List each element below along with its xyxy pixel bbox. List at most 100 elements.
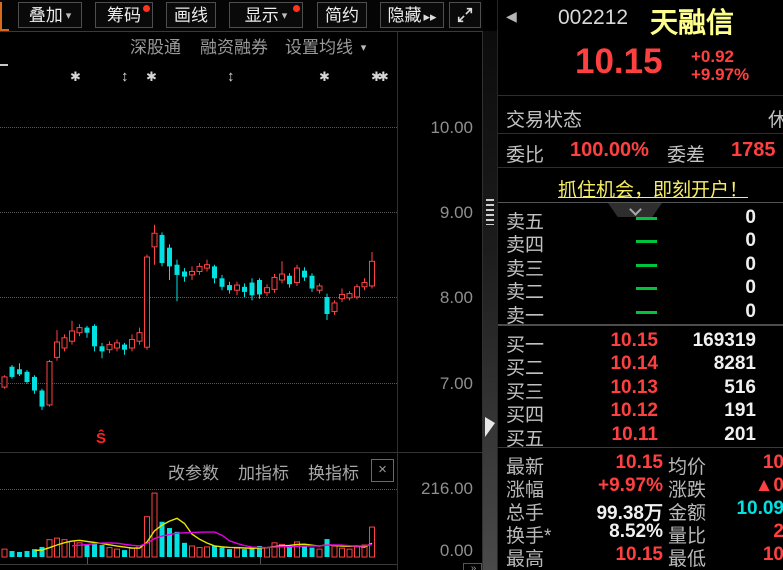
- stat-row-3: 总手99.38万金额10.09: [498, 498, 783, 521]
- empty-price-dash-icon: [636, 287, 657, 290]
- empty-price-dash-icon: [636, 311, 657, 314]
- volume-canvas: [0, 453, 397, 565]
- overlay-button-label: 叠加: [29, 6, 63, 25]
- back-arrow-icon[interactable]: ◀: [506, 8, 517, 25]
- display-button[interactable]: 显示▾: [229, 2, 303, 28]
- last-price: 10.15: [575, 42, 663, 82]
- buy-row-5[interactable]: 买五10.11201: [498, 424, 783, 447]
- overlay-button[interactable]: 叠加▾: [18, 2, 82, 28]
- expand-panel-button[interactable]: »: [463, 563, 482, 570]
- display-button-label: 显示: [245, 6, 279, 25]
- buy-row-4[interactable]: 买四10.12191: [498, 400, 783, 423]
- stat-row-4: 换手*8.52%量比2: [498, 521, 783, 544]
- empty-price-dash-icon: [636, 217, 657, 220]
- kline-canvas: [0, 58, 397, 450]
- buy-row-1[interactable]: 买一10.15169319: [498, 330, 783, 353]
- collapse-arrow-icon[interactable]: [485, 417, 495, 437]
- expand-arrows-icon: [456, 6, 474, 24]
- stat-value: +9.97%: [568, 475, 663, 497]
- draw-line-button[interactable]: 画线: [166, 2, 216, 28]
- stat-row-2: 涨幅+9.97%涨跌▲0: [498, 475, 783, 498]
- sell-order-book: 卖五0卖四0卖三0卖二0卖一0: [498, 207, 783, 322]
- book-price: 10.12: [578, 400, 658, 422]
- stat-value: 2: [713, 521, 783, 543]
- volume-baseline: [0, 564, 397, 565]
- notification-dot-icon: [293, 5, 300, 12]
- book-volume: 516: [658, 377, 756, 399]
- stat-value: 10: [713, 544, 783, 566]
- panel-splitter[interactable]: [483, 31, 497, 570]
- stat-row-1: 最新10.15均价10: [498, 452, 783, 475]
- book-price: 10.11: [578, 424, 658, 446]
- empty-price-dash-icon: [636, 264, 657, 267]
- quote-panel: ◀ 002212 天融信 10.15 +0.92 +9.97% 交易状态 休 委…: [497, 0, 783, 570]
- book-volume: 191: [658, 400, 756, 422]
- toolbar: 叠加▾ 筹码 画线 显示▾ 简约 隐藏▸▸: [0, 0, 483, 32]
- trade-status-label: 交易状态: [506, 105, 582, 132]
- partial-active-tool-button[interactable]: [0, 2, 9, 31]
- hide-button-label: 隐藏: [387, 6, 421, 25]
- weibi-value: 100.00%: [570, 139, 649, 162]
- simple-mode-button-label: 简约: [325, 6, 359, 25]
- chart-subbar: 深股通 融资融券 设置均线 ▾: [0, 33, 397, 57]
- margin-trading-label[interactable]: 融资融券: [200, 33, 268, 58]
- buy-row-3[interactable]: 买三10.13516: [498, 377, 783, 400]
- stat-value: 10.15: [568, 452, 663, 474]
- book-price: 10.13: [578, 377, 658, 399]
- sell-row-5[interactable]: 卖一0: [498, 301, 783, 324]
- draw-line-button-label: 画线: [174, 6, 208, 25]
- splitter-grip-icon[interactable]: [486, 199, 494, 225]
- buy-order-book: 买一10.15169319买二10.148281买三10.13516买四10.1…: [498, 330, 783, 443]
- price-change-pct: +9.97%: [691, 66, 749, 84]
- price-tick-9: 9.00: [399, 203, 473, 223]
- book-volume: 0: [658, 254, 756, 276]
- stat-value: 10.15: [568, 544, 663, 566]
- book-volume: 169319: [658, 330, 756, 352]
- sell-row-3[interactable]: 卖三0: [498, 254, 783, 277]
- book-volume: 0: [658, 207, 756, 229]
- x-tick: [87, 557, 88, 564]
- hide-button[interactable]: 隐藏▸▸: [380, 2, 444, 28]
- stats-grid: 最新10.15均价10涨幅+9.97%涨跌▲0总手99.38万金额10.09换手…: [498, 452, 783, 570]
- chips-button[interactable]: 筹码: [95, 2, 153, 28]
- fullscreen-button[interactable]: [449, 2, 481, 28]
- empty-price-dash-icon: [636, 240, 657, 243]
- candlestick-chart[interactable]: ✱↕✱↕✱✱✱ Ŝ: [0, 58, 397, 450]
- price-change: +0.92: [691, 48, 734, 66]
- sell-row-4[interactable]: 卖二0: [498, 277, 783, 300]
- book-volume: 201: [658, 424, 756, 446]
- chevron-down-icon: ▾: [361, 41, 367, 54]
- stat-value: 10: [713, 452, 783, 474]
- chevron-down-icon: ▾: [66, 4, 72, 29]
- x-tick: [260, 557, 261, 564]
- book-price: 10.15: [578, 330, 658, 352]
- sell-signal-marker: Ŝ: [96, 430, 106, 447]
- book-volume: 0: [658, 301, 756, 323]
- price-tick-10: 10.00: [399, 118, 473, 138]
- stat-label: 最低: [668, 544, 706, 570]
- book-price: 10.14: [578, 353, 658, 375]
- shenzhen-connect-label[interactable]: 深股通: [130, 33, 181, 58]
- double-chevron-right-icon: ▸▸: [423, 9, 436, 24]
- stat-label: 最高: [506, 544, 544, 570]
- weibi-label: 委比: [506, 140, 544, 167]
- buy-row-2[interactable]: 买二10.148281: [498, 353, 783, 376]
- sell-row-1[interactable]: 卖五0: [498, 207, 783, 230]
- open-account-link[interactable]: 抓住机会，即刻开户！: [558, 175, 748, 202]
- simple-mode-button[interactable]: 简约: [317, 2, 367, 28]
- set-ma-dropdown[interactable]: 设置均线 ▾: [285, 33, 366, 58]
- trade-status-value: 休: [768, 105, 783, 132]
- sell-row-2[interactable]: 卖四0: [498, 230, 783, 253]
- book-volume: 0: [658, 230, 756, 252]
- vol-tick-zero: 0.00: [399, 541, 473, 561]
- book-volume: 0: [658, 277, 756, 299]
- chips-button-label: 筹码: [107, 6, 141, 25]
- chevron-down-icon: ▾: [282, 4, 288, 29]
- weicha-value: 1785: [731, 139, 776, 162]
- stat-value: ▲0: [713, 475, 783, 497]
- stat-row-5: 最高 10.15最低 10: [498, 544, 783, 567]
- stat-value: 8.52%: [568, 521, 663, 543]
- stock-code: 002212: [558, 6, 628, 30]
- vol-tick-max: 216.00: [399, 479, 473, 499]
- price-tick-8: 8.00: [399, 288, 473, 308]
